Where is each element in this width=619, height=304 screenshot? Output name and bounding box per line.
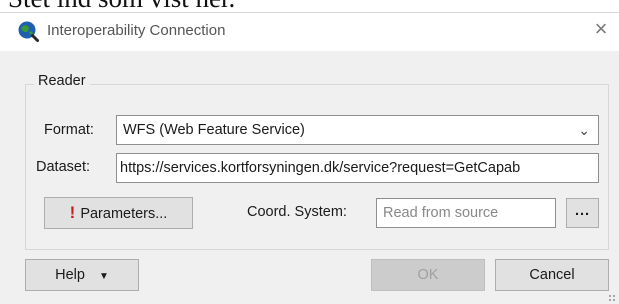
format-select-value: WFS (Web Feature Service) <box>123 122 305 138</box>
format-label: Format: <box>44 122 94 138</box>
close-icon[interactable]: × <box>589 17 613 41</box>
exclamation-icon: ! <box>69 203 76 222</box>
dialog-title: Interoperability Connection <box>47 22 226 39</box>
globe-magnifier-icon <box>18 21 39 42</box>
parameters-button-label: Parameters... <box>80 206 168 222</box>
ok-button[interactable]: OK <box>371 259 485 291</box>
parameters-button[interactable]: ! Parameters... <box>44 197 193 229</box>
title-bar: Interoperability Connection × <box>0 13 619 51</box>
format-select[interactable]: WFS (Web Feature Service) ⌄ <box>116 115 599 145</box>
caret-down-icon: ▼ <box>98 271 109 282</box>
chevron-down-icon: ⌄ <box>578 122 590 138</box>
dataset-input[interactable]: https://services.kortforsyningen.dk/serv… <box>116 153 599 183</box>
coord-system-browse-button[interactable]: ... <box>566 198 599 228</box>
help-button[interactable]: Help ▼ <box>25 259 139 291</box>
help-button-label: Help <box>55 267 85 283</box>
cancel-button[interactable]: Cancel <box>495 259 609 291</box>
dataset-input-value: https://services.kortforsyningen.dk/serv… <box>120 160 521 176</box>
coord-system-label: Coord. System: <box>247 204 347 220</box>
dataset-label: Dataset: <box>36 159 90 175</box>
coord-system-placeholder: Read from source <box>383 205 499 221</box>
coord-system-input[interactable]: Read from source <box>376 198 556 228</box>
resize-grip-icon[interactable] <box>608 294 616 302</box>
reader-group-label: Reader <box>34 73 90 89</box>
interoperability-connection-dialog: Interoperability Connection × Reader For… <box>0 12 619 304</box>
